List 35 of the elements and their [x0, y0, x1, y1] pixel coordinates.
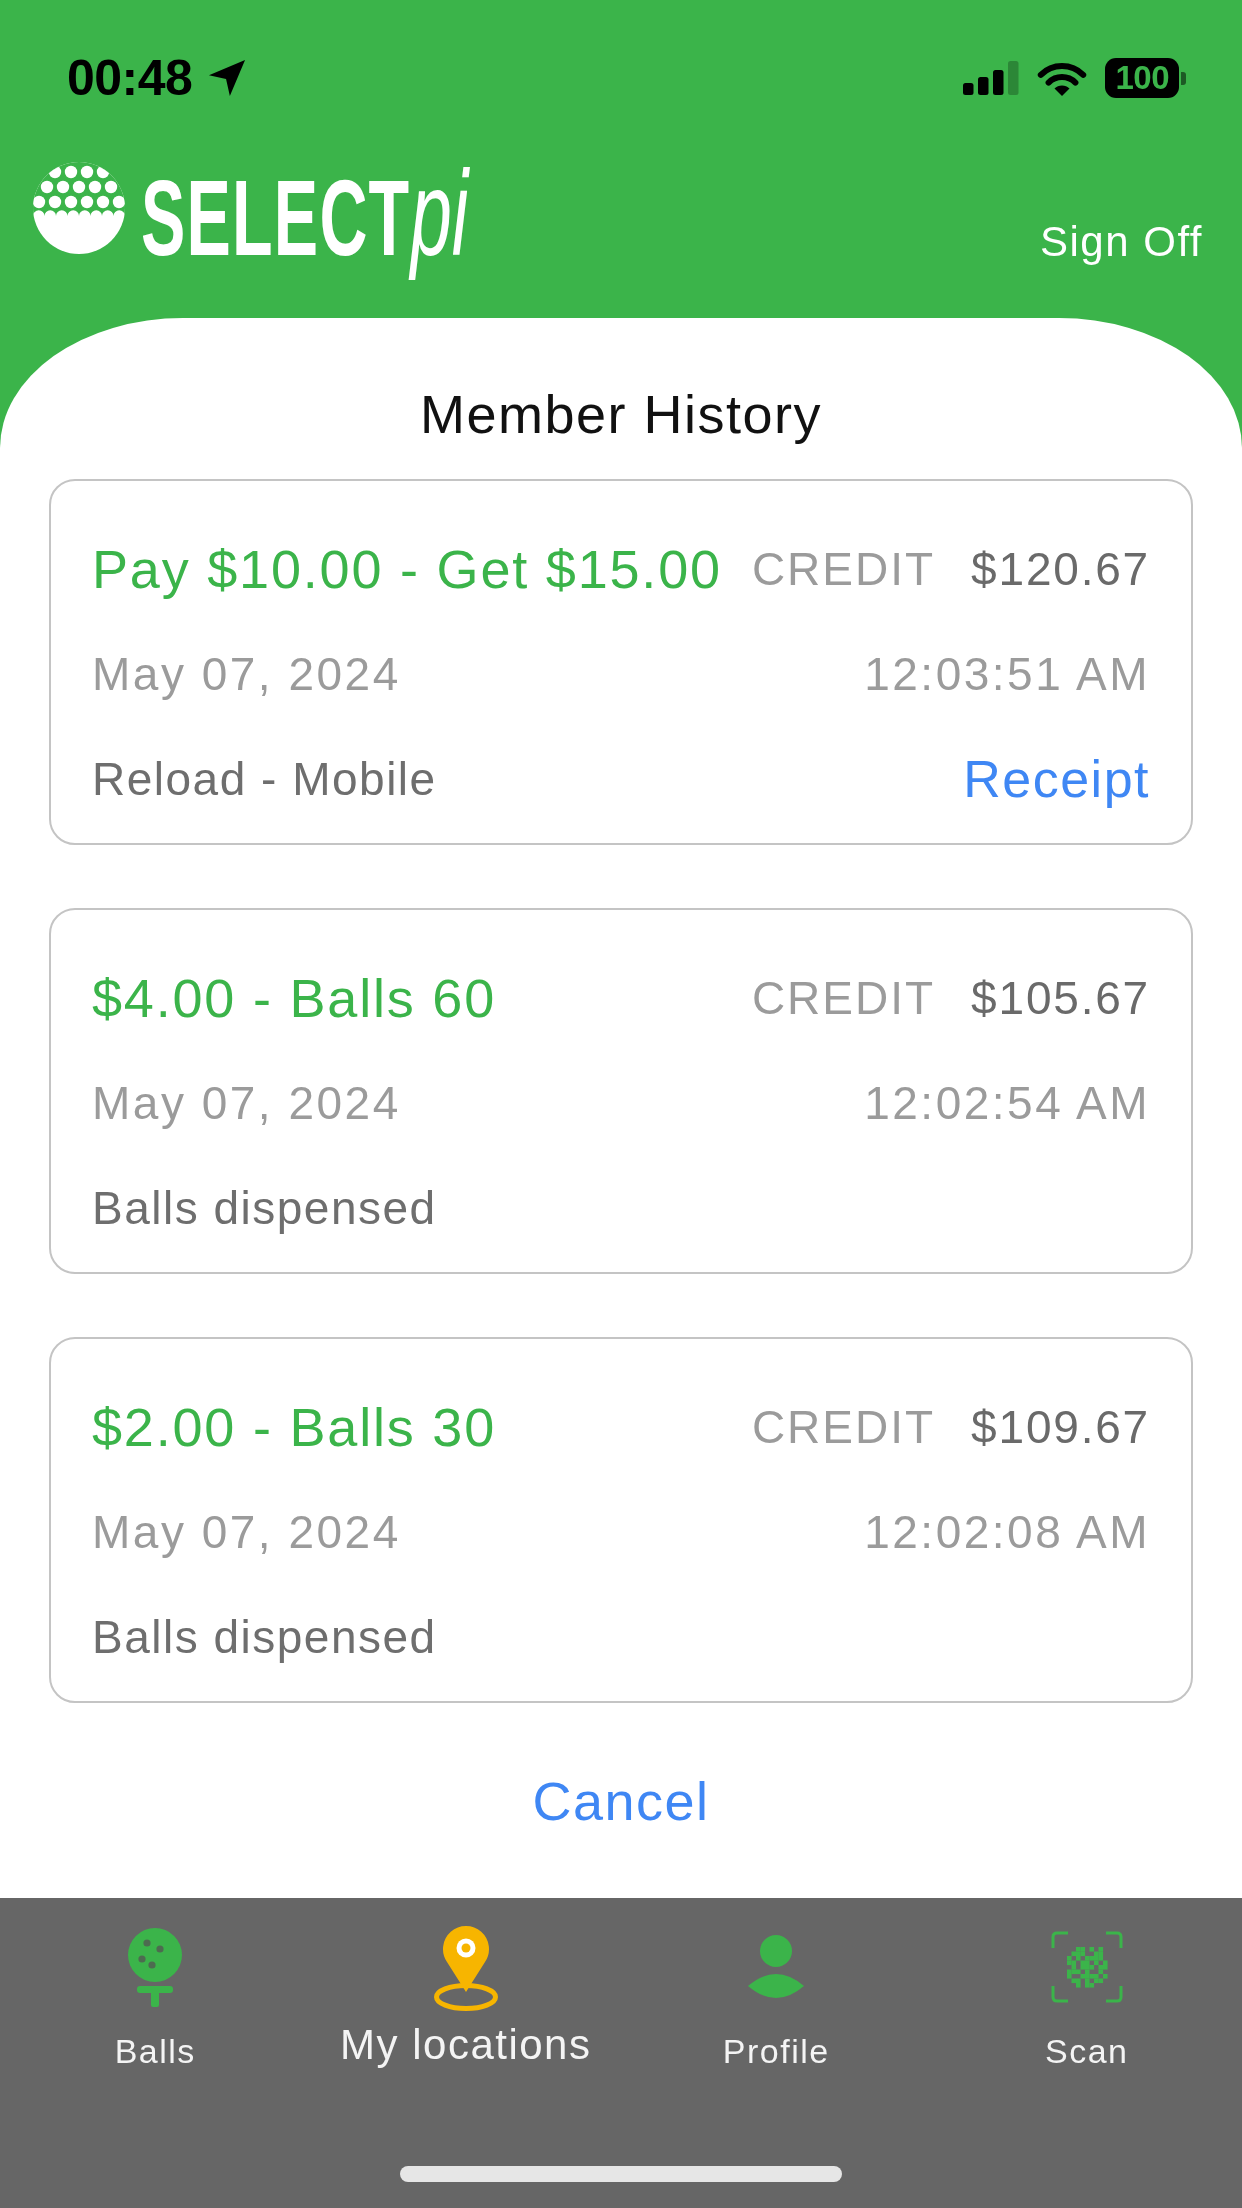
- location-arrow-icon: [208, 59, 247, 97]
- transaction-time: 12:02:54 AM: [864, 1075, 1150, 1131]
- golf-ball-tee-icon: [127, 1927, 184, 2007]
- transaction-type: CREDIT: [751, 541, 936, 597]
- signal-icon: [963, 61, 1020, 95]
- cancel-button[interactable]: Cancel: [526, 1766, 716, 1836]
- map-pin-icon: [433, 1923, 498, 2011]
- person-icon: [748, 1935, 805, 1999]
- screen-title: Member History: [419, 384, 823, 444]
- transaction-description: Balls dispensed: [92, 1609, 437, 1665]
- transaction-date: May 07, 2024: [92, 1504, 401, 1560]
- transaction-description: Reload - Mobile: [92, 751, 437, 807]
- balance-amount: $105.67: [971, 970, 1150, 1026]
- transaction-description: Balls dispensed: [92, 1180, 437, 1236]
- transaction-time: 12:03:51 AM: [864, 646, 1150, 702]
- tab-bar-item[interactable]: My locations: [340, 1922, 592, 2073]
- transaction-date: May 07, 2024: [92, 1075, 401, 1131]
- transaction-title: Pay $10.00 - Get $15.00: [92, 537, 722, 601]
- battery-indicator: 100: [1105, 58, 1186, 98]
- transaction-time: 12:02:08 AM: [864, 1504, 1150, 1560]
- tab-bar-item[interactable]: Balls: [114, 1922, 196, 2073]
- transaction-date: May 07, 2024: [92, 646, 401, 702]
- tab-bar-item[interactable]: Scan: [1045, 1922, 1129, 2073]
- sign-off-link[interactable]: Sign Off: [1040, 217, 1203, 267]
- receipt-link[interactable]: Receipt: [963, 749, 1150, 809]
- transaction-type: CREDIT: [751, 970, 936, 1026]
- tab-bar-item[interactable]: Profile: [722, 1922, 830, 2073]
- qr-scan-icon: [1050, 1931, 1123, 2003]
- balance-amount: $120.67: [971, 541, 1150, 597]
- status-time: 00:48: [67, 53, 193, 103]
- logo-wordmark: SELECTpi: [141, 148, 471, 283]
- balance-amount: $109.67: [971, 1399, 1150, 1455]
- transaction-title: $2.00 - Balls 30: [92, 1395, 497, 1459]
- transaction-type: CREDIT: [751, 1399, 936, 1455]
- transaction-title: $4.00 - Balls 60: [92, 966, 497, 1030]
